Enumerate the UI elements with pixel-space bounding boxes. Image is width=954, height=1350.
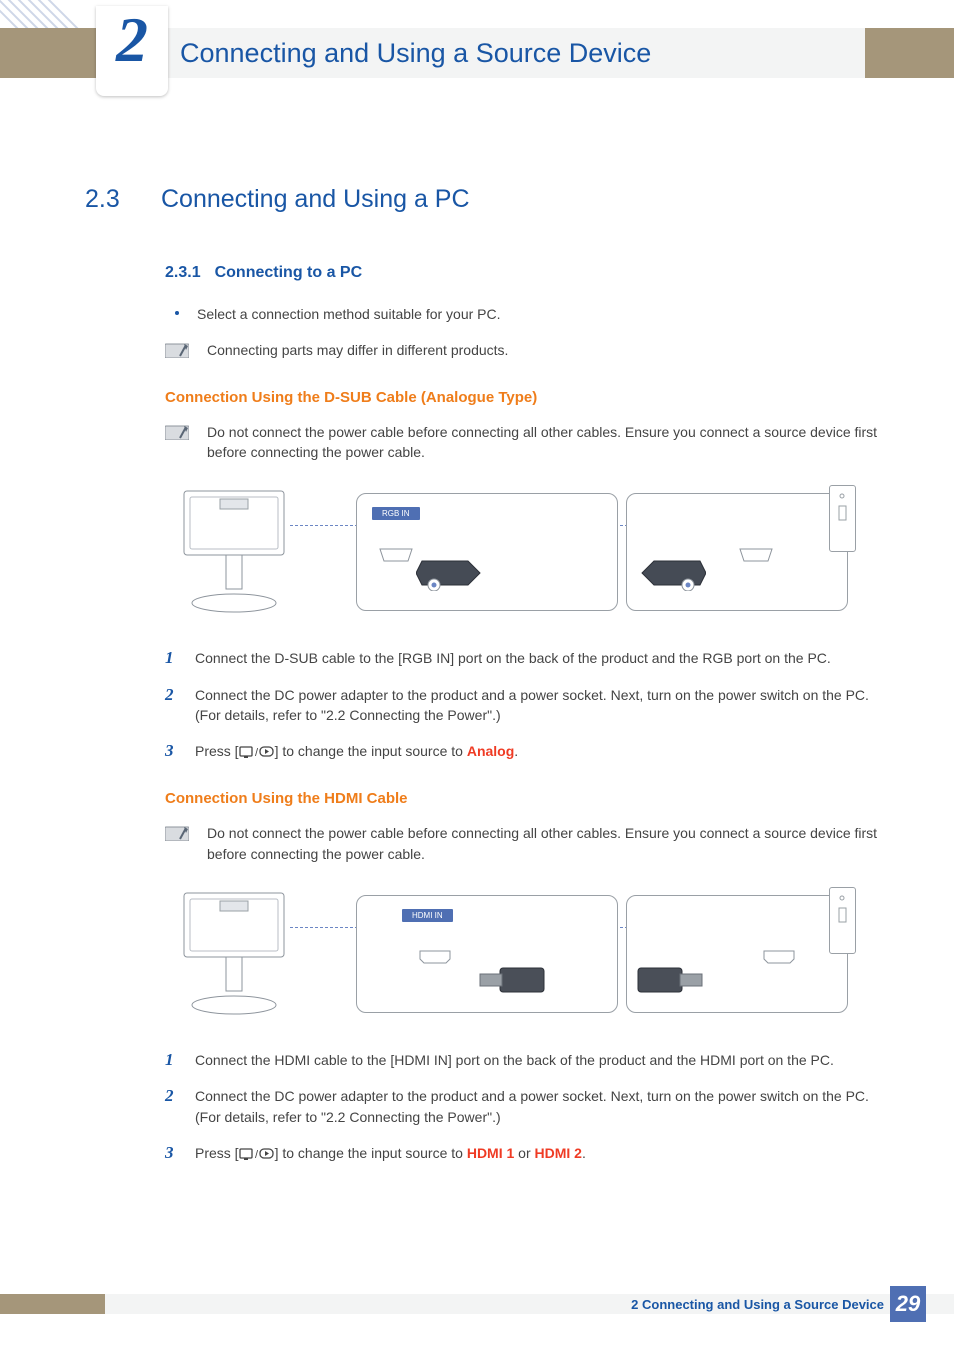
bullet-item: Select a connection method suitable for … bbox=[165, 304, 885, 324]
svg-text:/: / bbox=[255, 747, 259, 759]
page: Connecting and Using a Source Device 2 2… bbox=[0, 0, 954, 1350]
subsection-heading: 2.3.1 Connecting to a PC bbox=[165, 264, 885, 282]
rgb-port-icon bbox=[376, 547, 416, 565]
chapter-number: 2 bbox=[116, 8, 148, 72]
note-icon bbox=[165, 825, 189, 841]
port-label: HDMI IN bbox=[402, 905, 453, 923]
hdmi-diagram: HDMI IN bbox=[165, 882, 857, 1024]
step-number-1: 1 bbox=[165, 1050, 179, 1070]
note-text: Connecting parts may differ in different… bbox=[207, 340, 508, 360]
step-1: 1 Connect the D-SUB cable to the [RGB IN… bbox=[165, 648, 885, 668]
source-button-icon: / bbox=[239, 744, 275, 764]
step-number-2: 2 bbox=[165, 685, 179, 705]
highlight-analog: Analog bbox=[467, 743, 514, 759]
step-1: 1 Connect the HDMI cable to the [HDMI IN… bbox=[165, 1050, 885, 1070]
t: Press [ bbox=[195, 1145, 239, 1161]
hdmi-steps: 1 Connect the HDMI cable to the [HDMI IN… bbox=[165, 1050, 885, 1166]
port-label: RGB IN bbox=[372, 503, 420, 521]
bullet-text: Select a connection method suitable for … bbox=[197, 304, 501, 324]
t: . bbox=[582, 1145, 586, 1161]
footer-text: 2 Connecting and Using a Source Device bbox=[631, 1297, 884, 1312]
note-icon bbox=[165, 342, 189, 358]
step-number-2: 2 bbox=[165, 1086, 179, 1106]
section-title: Connecting and Using a PC bbox=[161, 185, 470, 214]
step-text: Connect the DC power adapter to the prod… bbox=[195, 1086, 885, 1127]
footer-bar: 2 Connecting and Using a Source Device bbox=[105, 1294, 954, 1314]
subsection: 2.3.1 Connecting to a PC Select a connec… bbox=[165, 264, 885, 1166]
step-text: Press [/] to change the input source to … bbox=[195, 1143, 885, 1166]
pc-icon bbox=[829, 887, 856, 954]
port-label-text: HDMI IN bbox=[402, 909, 453, 922]
highlight-hdmi1: HDMI 1 bbox=[467, 1145, 514, 1161]
bullet-icon bbox=[175, 311, 179, 315]
warning-text: Do not connect the power cable before co… bbox=[207, 823, 885, 864]
footer-accent bbox=[0, 1294, 105, 1314]
t: or bbox=[514, 1145, 534, 1161]
step-2: 2 Connect the DC power adapter to the pr… bbox=[165, 1086, 885, 1127]
hdmi-plug-icon bbox=[636, 963, 706, 999]
t: Press [ bbox=[195, 743, 239, 759]
chapter-badge: 2 bbox=[96, 6, 168, 96]
monitor-icon bbox=[176, 887, 306, 1017]
dsub-heading: Connection Using the D-SUB Cable (Analog… bbox=[165, 389, 885, 406]
t: ] to change the input source to bbox=[275, 1145, 467, 1161]
dsub-warning: Do not connect the power cable before co… bbox=[165, 422, 885, 463]
hdmi-plug-icon bbox=[476, 963, 546, 999]
hdmi-port-icon bbox=[418, 949, 452, 965]
header: Connecting and Using a Source Device bbox=[105, 28, 865, 78]
step-text: Connect the DC power adapter to the prod… bbox=[195, 685, 885, 726]
page-number: 29 bbox=[890, 1286, 926, 1322]
t: ] to change the input source to bbox=[275, 743, 467, 759]
note: Connecting parts may differ in different… bbox=[165, 340, 885, 360]
svg-text:/: / bbox=[255, 1149, 259, 1161]
hdmi-warning: Do not connect the power cable before co… bbox=[165, 823, 885, 864]
subsection-number: 2.3.1 bbox=[165, 264, 201, 282]
section-number: 2.3 bbox=[85, 185, 137, 214]
source-button-icon: / bbox=[239, 1146, 275, 1166]
step-2: 2 Connect the DC power adapter to the pr… bbox=[165, 685, 885, 726]
note-icon bbox=[165, 424, 189, 440]
step-number-1: 1 bbox=[165, 648, 179, 668]
dsub-diagram: RGB IN bbox=[165, 480, 857, 622]
port-label-text: RGB IN bbox=[372, 507, 420, 520]
section-heading: 2.3 Connecting and Using a PC bbox=[85, 185, 885, 214]
monitor-icon bbox=[176, 485, 306, 615]
subsection-title: Connecting to a PC bbox=[215, 264, 363, 282]
step-text: Press [/] to change the input source to … bbox=[195, 741, 885, 764]
t: . bbox=[514, 743, 518, 759]
step-text: Connect the D-SUB cable to the [RGB IN] … bbox=[195, 648, 885, 668]
rgb-port-icon bbox=[736, 547, 776, 565]
pc-icon bbox=[829, 485, 856, 552]
step-text: Connect the HDMI cable to the [HDMI IN] … bbox=[195, 1050, 885, 1070]
step-number-3: 3 bbox=[165, 1143, 179, 1163]
warning-text: Do not connect the power cable before co… bbox=[207, 422, 885, 463]
highlight-hdmi2: HDMI 2 bbox=[535, 1145, 582, 1161]
chapter-title: Connecting and Using a Source Device bbox=[180, 38, 651, 69]
hdmi-heading: Connection Using the HDMI Cable bbox=[165, 790, 885, 807]
step-number-3: 3 bbox=[165, 741, 179, 761]
content: 2.3 Connecting and Using a PC 2.3.1 Conn… bbox=[85, 185, 885, 1182]
dsub-plug-icon bbox=[416, 555, 486, 591]
step-3: 3 Press [ / ] to change the input source t… bbox=[165, 741, 885, 764]
dsub-plug-icon bbox=[636, 555, 706, 591]
step-3: 3 Press [ / ] to change the input source t… bbox=[165, 1143, 885, 1166]
hdmi-port-icon bbox=[762, 949, 796, 965]
page-number-value: 29 bbox=[896, 1291, 920, 1317]
footer: 2 Connecting and Using a Source Device 2… bbox=[0, 1288, 954, 1330]
dsub-steps: 1 Connect the D-SUB cable to the [RGB IN… bbox=[165, 648, 885, 764]
